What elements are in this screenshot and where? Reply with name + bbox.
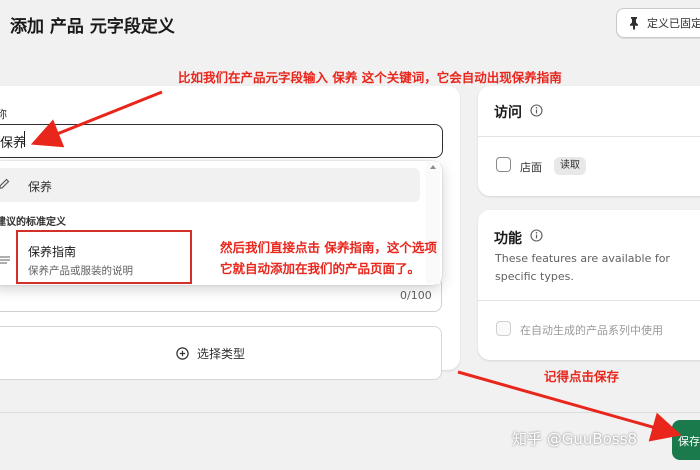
text-lines-icon [0,256,10,264]
description-input[interactable] [0,282,442,312]
functions-title: 功能 [494,231,522,247]
annotation-save: 记得点击保存 [544,369,620,384]
storefront-label: 店面 [520,161,542,174]
keyword-option-label: 保养 [28,180,53,194]
auto-collections-label: 在自动生成的产品系列中使用 [520,324,663,337]
annotation-select-line1: 然后我们直接点击 保养指南，这个选项 [220,240,437,255]
functions-divider [478,300,700,301]
annotation-select: 然后我们直接点击 保养指南，这个选项 它就自动添加在我们的产品页面了。 [220,237,437,279]
annotation-keyword: 比如我们在产品元字段输入 保养 这个关键词，它会自动出现保养指南 [178,70,562,85]
select-type-label: 选择类型 [197,347,246,361]
info-icon[interactable] [530,104,543,117]
scroll-up-icon[interactable] [429,163,437,171]
char-counter: 0/100 [400,289,432,302]
highlight-box [16,230,192,284]
read-badge: 读取 [554,157,586,175]
annotation-select-line2: 它就自动添加在我们的产品页面了。 [220,261,421,276]
page-title: 添加 产品 元字段定义 [10,17,175,37]
text-caret [24,131,25,147]
plus-circle-icon [176,347,189,360]
info-icon[interactable] [530,229,543,242]
access-title: 访问 [494,105,522,121]
storefront-checkbox[interactable] [496,157,511,172]
watermark: 知乎 @GuuBoss8 [512,430,638,448]
pin-definition-button[interactable]: 定义已固定 [616,8,700,38]
select-type-button[interactable]: 选择类型 [176,345,245,362]
access-divider [478,136,700,137]
pin-button-label: 定义已固定 [647,17,700,30]
name-input-value: 保养 [0,136,27,151]
save-button[interactable]: 保存 [672,420,700,460]
keyword-option[interactable] [0,168,420,202]
name-input[interactable] [0,124,443,158]
name-label: 称 [0,108,7,121]
footer-divider [0,412,700,413]
auto-collections-checkbox[interactable] [496,321,511,336]
suggested-section-title: 建议的标准定义 [0,217,66,228]
functions-description: These features are available for specifi… [495,252,670,283]
pencil-icon [0,178,10,189]
pin-icon [630,17,638,30]
